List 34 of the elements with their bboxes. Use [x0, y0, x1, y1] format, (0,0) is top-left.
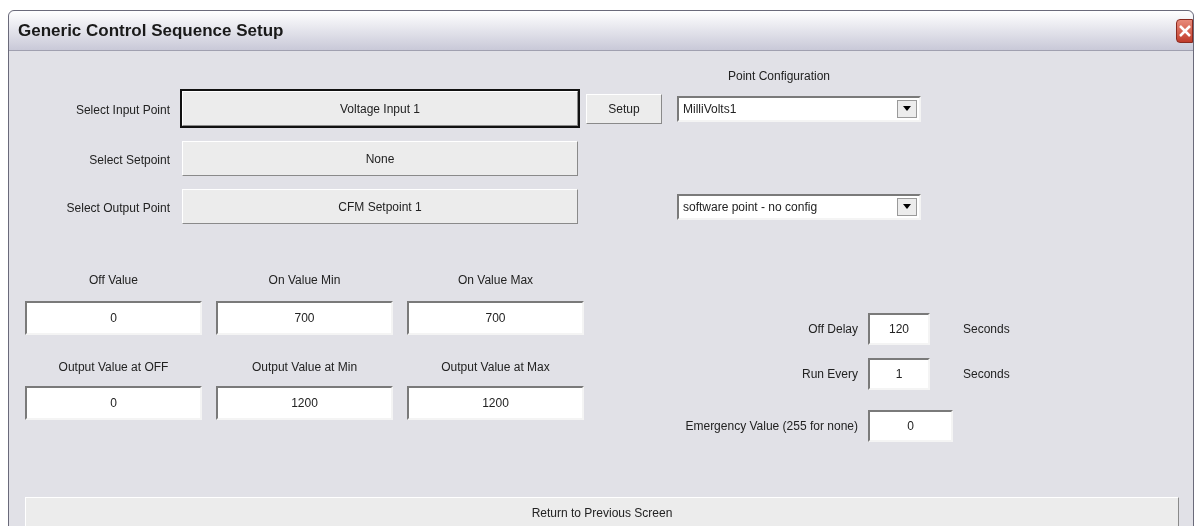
setup-button[interactable]: Setup [586, 93, 662, 124]
timing-label: Emergency Value (255 for none) [685, 418, 858, 435]
timing-field[interactable]: 1 [868, 358, 930, 390]
point-select-button[interactable]: CFM Setpoint 1 [182, 189, 578, 224]
unit-label: Seconds [963, 321, 1010, 338]
value-field[interactable]: 700 [407, 301, 584, 335]
close-button[interactable] [1176, 18, 1193, 43]
value-field[interactable]: 0 [25, 386, 202, 420]
selector-label: Select Input Point [75, 102, 170, 117]
value-label: Output Value at OFF [58, 359, 169, 376]
timing-field[interactable]: 120 [868, 313, 930, 345]
selector-label: Select Output Point [66, 200, 170, 215]
value-field[interactable]: 1200 [216, 386, 393, 420]
value-label: On Value Min [268, 272, 341, 289]
unit-label: Seconds [963, 366, 1010, 383]
value-label: Output Value at Max [441, 359, 550, 376]
point-configuration-label: Point Configuration [727, 69, 831, 83]
timing-field[interactable]: 0 [868, 410, 953, 442]
timing-label: Off Delay [808, 321, 858, 338]
selector-label: Select Setpoint [89, 152, 170, 167]
close-icon [1178, 24, 1191, 37]
value-field[interactable]: 0 [25, 301, 202, 335]
timing-label: Run Every [801, 366, 858, 383]
return-button[interactable]: Return to Previous Screen [25, 497, 1179, 526]
value-field[interactable]: 1200 [407, 386, 584, 420]
point-select-button[interactable]: None [182, 141, 578, 176]
dropdown[interactable]: software point - no config [677, 193, 921, 220]
dropdown[interactable]: MilliVolts1 [677, 95, 921, 122]
value-label: Off Value [89, 272, 138, 289]
value-label: Output Value at Min [251, 359, 358, 376]
window-title: Generic Control Sequence Setup [18, 19, 284, 42]
value-field[interactable]: 700 [216, 301, 393, 335]
point-select-button[interactable]: Voltage Input 1 [182, 91, 578, 126]
value-label: On Value Max [457, 272, 534, 289]
